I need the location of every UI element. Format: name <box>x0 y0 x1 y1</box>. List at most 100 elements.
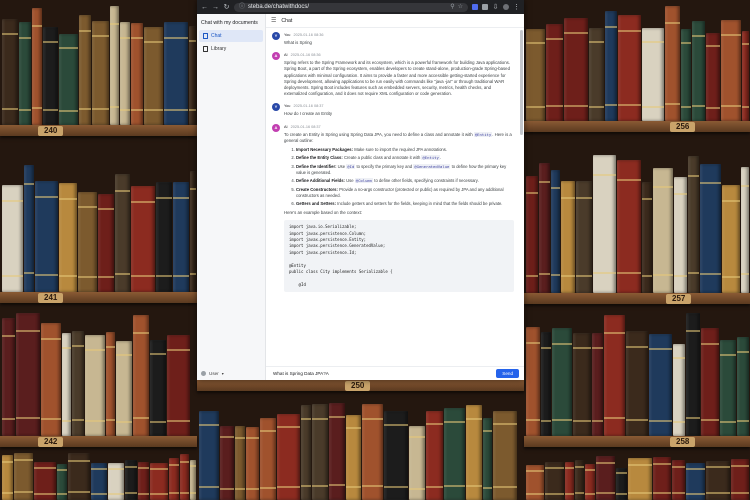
book-spine <box>700 163 721 293</box>
extension-icon[interactable] <box>472 4 478 10</box>
shelf-label: 257 <box>666 294 692 304</box>
message-input[interactable] <box>271 369 493 378</box>
book-spine <box>539 162 550 293</box>
inline-code: @Id <box>346 163 356 169</box>
sidebar-toggle-icon[interactable]: ☰ <box>271 17 276 24</box>
book-spine <box>43 27 58 125</box>
message-composer: Send <box>266 366 524 380</box>
address-bar[interactable]: ⓘ steba.de/chatwithdocs/ ⚲ ☆ <box>234 2 468 12</box>
sidebar-item-chat[interactable]: Chat <box>199 30 263 42</box>
list-item: Import Necessary Packages: Make sure to … <box>296 147 514 153</box>
book-spine <box>618 15 641 121</box>
user-avatar: Y <box>272 32 280 40</box>
message-text: To create an Entity in Spring using Spri… <box>284 131 512 143</box>
book-spine <box>235 426 245 500</box>
message-author: AI <box>284 124 288 129</box>
shelf-plank <box>0 125 197 136</box>
list-item: Define Additional Fields: Use @Column to… <box>296 178 514 184</box>
book-spine <box>312 404 328 500</box>
book-spine <box>92 20 109 125</box>
book-spine <box>706 33 720 121</box>
book-spine <box>526 327 540 436</box>
book-spine <box>589 28 604 121</box>
book-spine <box>32 8 42 125</box>
book-spine <box>741 167 749 293</box>
book-spine <box>546 23 563 121</box>
chat-app: Chat with my documents Chat Library User… <box>197 14 524 380</box>
book-spine <box>41 322 61 436</box>
browser-toolbar: ← → ↻ ⓘ steba.de/chatwithdocs/ ⚲ ☆ ⇩ ⋮ <box>197 0 524 14</box>
book-spine <box>98 193 114 292</box>
book-spine <box>585 464 595 500</box>
user-icon <box>201 371 206 376</box>
book-spine <box>681 28 691 121</box>
forward-icon[interactable]: → <box>212 4 219 11</box>
book-spine <box>125 460 137 500</box>
book-spine <box>545 461 564 500</box>
download-icon[interactable]: ⇩ <box>492 3 499 11</box>
book-spine <box>115 173 130 292</box>
browser-menu-icon[interactable]: ⋮ <box>513 3 520 11</box>
book-spine <box>78 192 97 292</box>
book-spine <box>686 463 705 500</box>
book-spine <box>672 460 685 500</box>
profile-icon[interactable] <box>503 4 509 10</box>
sidebar: Chat with my documents Chat Library User… <box>197 14 266 380</box>
message-text: How do I create an Entity <box>284 111 333 117</box>
message-meta: AI 2025-01-16 08:36 <box>284 53 514 57</box>
scrollbar[interactable] <box>520 30 523 135</box>
book-spine <box>493 410 517 500</box>
list-item: Create Constructors: Provide a no-args c… <box>296 187 514 199</box>
book-spine <box>190 459 196 500</box>
book-spine <box>131 185 155 292</box>
book-spine <box>116 340 132 436</box>
message-timestamp: 2025-01-16 08:37 <box>290 124 321 129</box>
book-spine <box>616 467 627 500</box>
ai-avatar: A <box>272 123 280 132</box>
book-spine <box>673 343 685 436</box>
list-item: Define the Identifier: Use @Id to specif… <box>296 163 514 176</box>
site-info-icon[interactable]: ⓘ <box>239 3 245 12</box>
book-spine <box>260 418 276 500</box>
book-spine <box>409 426 425 500</box>
book-spine <box>722 185 740 293</box>
document-icon <box>203 46 208 52</box>
inline-code: @Column <box>354 178 374 184</box>
extension-icon[interactable] <box>482 4 488 10</box>
book-spine <box>199 411 219 500</box>
user-menu[interactable]: User ▾ <box>201 371 224 376</box>
back-icon[interactable]: ← <box>201 4 208 11</box>
book-spine <box>72 330 84 436</box>
bookmark-star-icon[interactable]: ☆ <box>458 3 463 12</box>
book-spine <box>605 10 617 121</box>
sidebar-item-library[interactable]: Library <box>199 43 263 55</box>
page-title: Chat <box>281 17 293 24</box>
reload-icon[interactable]: ↻ <box>223 3 230 11</box>
message-meta: AI 2025-01-16 08:37 <box>284 125 514 129</box>
book-spine <box>466 405 482 500</box>
book-spine <box>329 402 345 500</box>
send-button[interactable]: Send <box>496 369 519 378</box>
book-spine <box>35 180 58 292</box>
chat-message: Y You 2025-01-16 08:37 How do I create a… <box>272 103 514 117</box>
book-spine <box>626 330 648 436</box>
book-spine <box>16 312 40 436</box>
book-spine <box>526 28 545 121</box>
message-text: What is Spring <box>284 40 312 45</box>
shelf-label: 256 <box>670 122 696 132</box>
message-meta: You 2025-01-16 08:36 <box>284 33 514 37</box>
book-spine <box>604 314 625 436</box>
sidebar-item-label: Library <box>211 46 227 52</box>
book-spine <box>362 404 383 500</box>
book-spine <box>189 25 196 125</box>
chat-message: A AI 2025-01-16 08:36 Spring refers to t… <box>272 52 514 97</box>
book-spine <box>57 463 67 500</box>
book-spine <box>346 415 361 500</box>
message-meta: You 2025-01-16 08:37 <box>284 104 514 108</box>
book-spine <box>277 414 300 500</box>
book-spine <box>19 22 31 125</box>
shelf-plank <box>0 436 197 447</box>
app-title: Chat with my documents <box>201 20 258 26</box>
book-spine <box>14 452 33 500</box>
zoom-icon[interactable]: ⚲ <box>450 3 454 12</box>
